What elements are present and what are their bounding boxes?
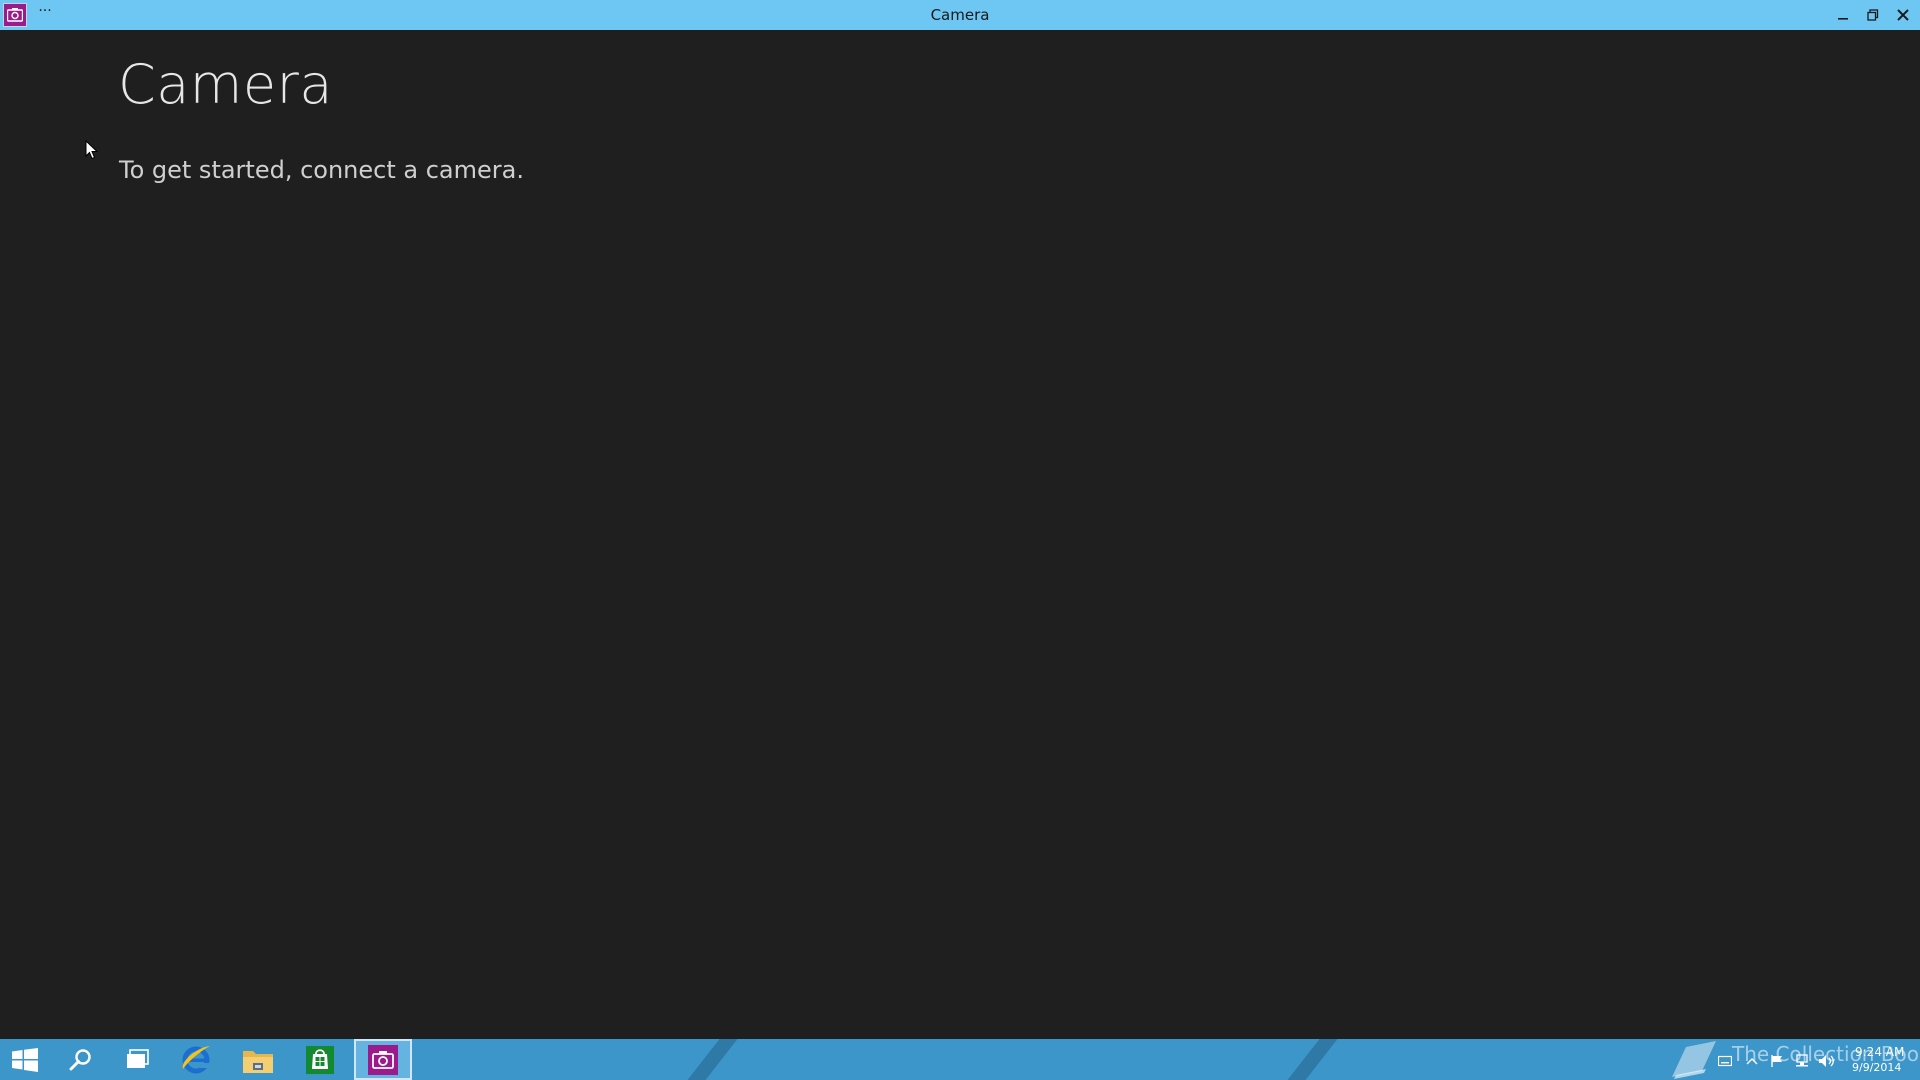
task-view-icon xyxy=(127,1049,149,1068)
screen: ··· Camera Camera To get started, connec… xyxy=(0,0,1920,1080)
camera-app-button[interactable] xyxy=(354,1039,412,1080)
action-center-flag-icon[interactable] xyxy=(1770,1054,1784,1068)
camera-icon xyxy=(7,8,23,22)
camera-icon xyxy=(368,1045,398,1075)
app-menu-button[interactable]: ··· xyxy=(37,4,53,24)
close-icon xyxy=(1897,9,1909,21)
network-icon[interactable] xyxy=(1794,1054,1810,1068)
window-title: Camera xyxy=(930,6,990,24)
camera-app-icon[interactable] xyxy=(3,3,27,27)
folder-icon xyxy=(243,1051,273,1073)
taskbar-decoration xyxy=(672,1039,746,1080)
minimize-icon xyxy=(1838,18,1848,20)
connect-camera-message: To get started, connect a camera. xyxy=(119,156,524,184)
page-title: Camera xyxy=(118,53,333,116)
store-icon xyxy=(306,1046,334,1074)
file-explorer-button[interactable] xyxy=(232,1039,284,1080)
clock-time[interactable]: 9:24 AM xyxy=(1855,1045,1904,1059)
windows-logo-icon xyxy=(12,1048,38,1072)
internet-explorer-icon xyxy=(182,1046,210,1074)
taskbar-decoration xyxy=(1272,1039,1346,1080)
close-button[interactable] xyxy=(1890,4,1916,26)
mouse-pointer-icon xyxy=(85,140,99,160)
search-button[interactable] xyxy=(55,1039,107,1080)
task-view-button[interactable] xyxy=(112,1039,164,1080)
keyboard-icon[interactable] xyxy=(1718,1055,1732,1067)
volume-icon[interactable] xyxy=(1818,1054,1836,1068)
title-bar[interactable]: ··· Camera xyxy=(0,0,1920,30)
main-content: Camera To get started, connect a camera. xyxy=(0,30,1920,1039)
store-button[interactable] xyxy=(294,1039,346,1080)
search-icon xyxy=(69,1049,91,1071)
clock-date[interactable]: 9/9/2014 xyxy=(1852,1061,1901,1074)
taskbar: The Collection Book 9:24 AM 9/9/2014 xyxy=(0,1039,1920,1080)
minimize-button[interactable] xyxy=(1830,4,1856,26)
internet-explorer-button[interactable] xyxy=(170,1039,222,1080)
book-logo-icon xyxy=(1672,1041,1716,1079)
restore-button[interactable] xyxy=(1860,4,1886,26)
chevron-up-icon[interactable] xyxy=(1746,1056,1758,1066)
restore-icon xyxy=(1867,9,1879,21)
start-button[interactable] xyxy=(0,1039,52,1080)
